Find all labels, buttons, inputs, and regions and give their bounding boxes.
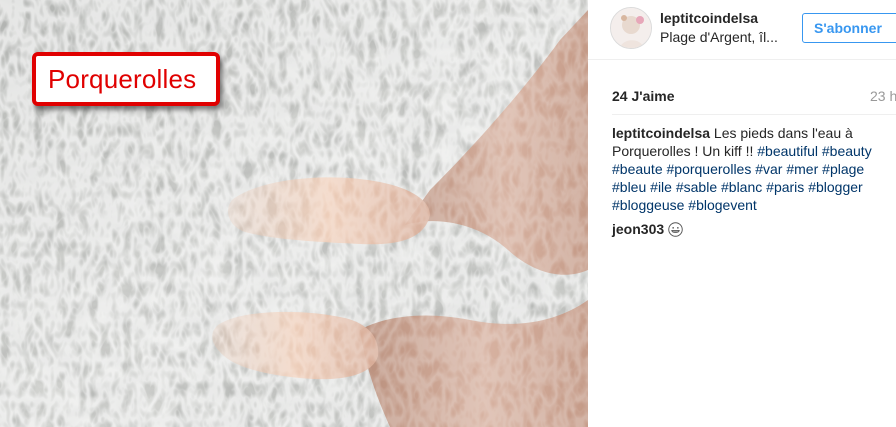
hashtag-link[interactable]: #mer [786, 161, 818, 177]
hashtag-link[interactable]: #plage [822, 161, 864, 177]
hashtag-link[interactable]: #beauty [822, 143, 872, 159]
post-header: leptitcoindelsa Plage d'Argent, îl... S'… [588, 0, 896, 60]
avatar[interactable] [610, 7, 652, 49]
likes-count[interactable]: 24 J'aime [612, 88, 675, 104]
hashtag-link[interactable]: #ile [650, 179, 672, 195]
caption-text: Les pieds dans l'eau à [713, 125, 853, 141]
hashtag-link[interactable]: #blogger [808, 179, 863, 195]
post-author-username[interactable]: leptitcoindelsa [660, 10, 758, 26]
caption-line: #bleu #ile #sable #blanc #paris #blogger [612, 178, 896, 196]
caption-line: Porquerolles ! Un kiff !! #beautiful #be… [612, 142, 896, 160]
hashtag-link[interactable]: #var [755, 161, 782, 177]
likes-row: 24 J'aime 23 h [588, 82, 896, 110]
hashtag-link[interactable]: #blanc [721, 179, 762, 195]
hashtag-link[interactable]: #porquerolles [667, 161, 752, 177]
hashtag-link[interactable]: #bleu [612, 179, 646, 195]
instagram-post: Porquerolles leptitcoindelsa Plage d'Arg… [0, 0, 896, 427]
profile-picture-icon [611, 8, 651, 48]
follow-button[interactable]: S'abonner [802, 13, 896, 43]
post-timestamp[interactable]: 23 h [870, 88, 896, 104]
post-location-link[interactable]: Plage d'Argent, îl... [660, 29, 778, 45]
post-photo[interactable]: Porquerolles [0, 0, 588, 427]
hashtag-link[interactable]: #blogevent [688, 197, 757, 213]
caption-username[interactable]: leptitcoindelsa [612, 125, 710, 141]
comment-item: jeon303 [612, 220, 683, 238]
grinning-face-icon [668, 222, 683, 237]
hashtag-link[interactable]: #beaute [612, 161, 663, 177]
hashtag-link[interactable]: #paris [766, 179, 804, 195]
post-sidebar: leptitcoindelsa Plage d'Argent, îl... S'… [588, 0, 896, 427]
divider [612, 114, 896, 115]
hashtag-link[interactable]: #beautiful [757, 143, 818, 159]
caption-line: #beaute #porquerolles #var #mer #plage [612, 160, 896, 178]
photo-location-label: Porquerolles [32, 52, 220, 106]
post-caption: leptitcoindelsa Les pieds dans l'eau à P… [612, 124, 896, 214]
hashtag-link[interactable]: #sable [676, 179, 717, 195]
caption-text: Porquerolles ! Un kiff !! [612, 143, 754, 159]
hashtag-link[interactable]: #bloggeuse [612, 197, 684, 213]
caption-line: leptitcoindelsa Les pieds dans l'eau à [612, 124, 896, 142]
comment-username[interactable]: jeon303 [612, 221, 664, 237]
caption-line: #bloggeuse #blogevent [612, 196, 896, 214]
